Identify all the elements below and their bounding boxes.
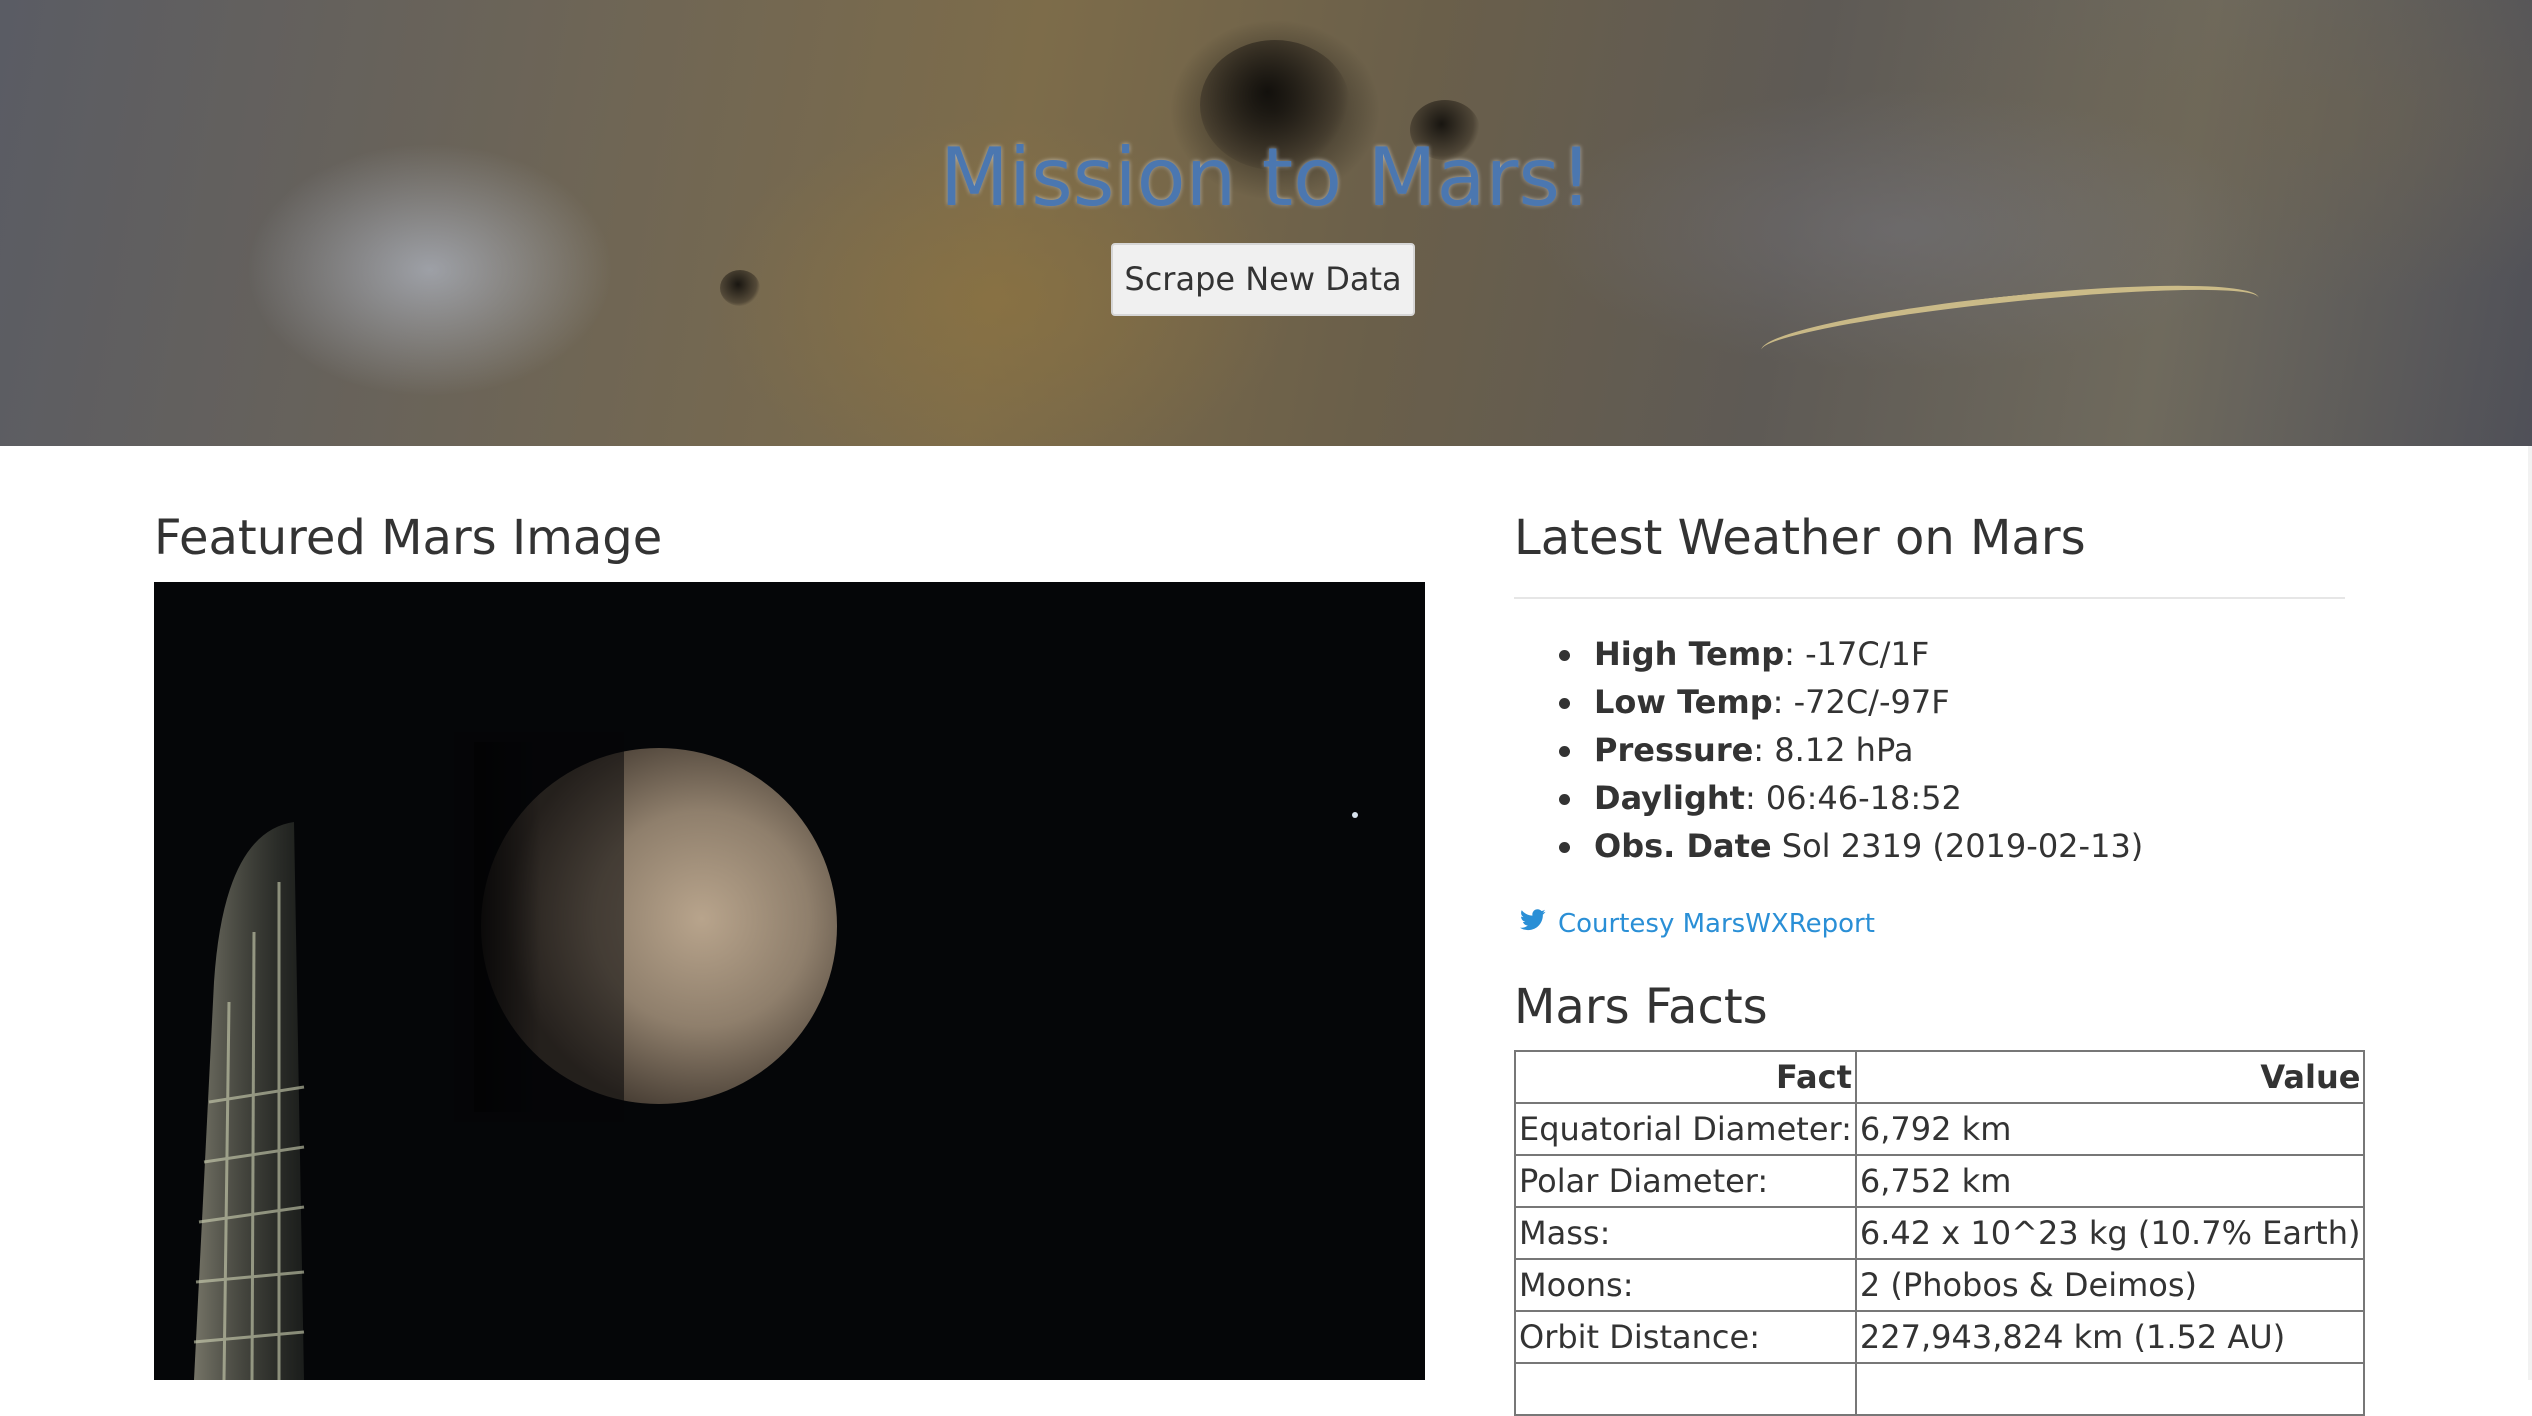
weather-list: High Temp: -17C/1F Low Temp: -72C/-97F P…	[1514, 630, 2143, 870]
courtesy-label: Courtesy MarsWXReport	[1558, 909, 1875, 939]
value-cell: 2 (Phobos & Deimos)	[1854, 1258, 2366, 1312]
table-row: Equatorial Diameter: 6,792 km	[1514, 1102, 2366, 1156]
fact-cell: Orbit Distance:	[1514, 1310, 1857, 1364]
weather-label: Pressure	[1594, 731, 1754, 769]
weather-item-pressure: Pressure: 8.12 hPa	[1558, 726, 2143, 774]
weather-label: High Temp	[1594, 635, 1785, 673]
featured-mars-image	[154, 582, 1425, 1380]
value-cell: 227,943,824 km (1.52 AU)	[1854, 1310, 2366, 1364]
value-cell: 6,792 km	[1854, 1102, 2366, 1156]
value-cell: 6.42 x 10^23 kg (10.7% Earth)	[1854, 1206, 2366, 1260]
value-cell	[1854, 1362, 2366, 1416]
mars-photo	[154, 582, 1425, 1380]
column-header-value: Value	[1854, 1050, 2366, 1104]
table-row: Polar Diameter: 6,752 km	[1514, 1154, 2366, 1208]
weather-item-high-temp: High Temp: -17C/1F	[1558, 630, 2143, 678]
weather-divider	[1514, 597, 2345, 599]
hero-banner: Mission to Mars! Scrape New Data	[0, 0, 2532, 446]
table-header-row: Fact Value	[1514, 1050, 2366, 1104]
fact-cell	[1514, 1362, 1857, 1416]
weather-label: Low Temp	[1594, 683, 1773, 721]
weather-item-obs-date: Obs. Date Sol 2319 (2019-02-13)	[1558, 822, 2144, 870]
weather-value: : 8.12 hPa	[1753, 731, 1914, 769]
featured-image-heading: Featured Mars Image	[154, 510, 663, 566]
weather-item-daylight: Daylight: 06:46-18:52	[1558, 774, 2143, 822]
weather-value: : 06:46-18:52	[1744, 779, 1962, 817]
weather-label: Obs. Date	[1594, 827, 1772, 865]
fact-cell: Mass:	[1514, 1206, 1857, 1260]
value-cell: 6,752 km	[1854, 1154, 2366, 1208]
page-scrollbar-track[interactable]	[2528, 446, 2532, 1380]
table-row: Mass: 6.42 x 10^23 kg (10.7% Earth)	[1514, 1206, 2366, 1260]
ridge-decoration	[1758, 270, 2262, 378]
weather-value: : -72C/-97F	[1772, 683, 1950, 721]
weather-label: Daylight	[1594, 779, 1745, 817]
weather-value: Sol 2319 (2019-02-13)	[1771, 827, 2144, 865]
weather-item-low-temp: Low Temp: -72C/-97F	[1558, 678, 2143, 726]
table-row: Orbit Distance: 227,943,824 km (1.52 AU)	[1514, 1310, 2366, 1364]
fact-cell: Equatorial Diameter:	[1514, 1102, 1857, 1156]
scrape-new-data-button[interactable]: Scrape New Data	[1111, 243, 1415, 316]
mars-facts-heading: Mars Facts	[1514, 979, 1768, 1035]
table-row-partial	[1514, 1362, 2366, 1416]
crater-decoration	[720, 270, 760, 306]
mars-facts-table: Fact Value Equatorial Diameter: 6,792 km…	[1514, 1050, 2366, 1416]
column-header-fact: Fact	[1514, 1050, 1857, 1104]
weather-value: : -17C/1F	[1784, 635, 1930, 673]
weather-heading: Latest Weather on Mars	[1514, 510, 2086, 566]
page-title: Mission to Mars!	[939, 131, 1593, 224]
courtesy-marswxreport-link[interactable]: Courtesy MarsWXReport	[1520, 904, 1875, 944]
table-row: Moons: 2 (Phobos & Deimos)	[1514, 1258, 2366, 1312]
fact-cell: Polar Diameter:	[1514, 1154, 1857, 1208]
fact-cell: Moons:	[1514, 1258, 1857, 1312]
twitter-bird-icon	[1520, 903, 1546, 943]
